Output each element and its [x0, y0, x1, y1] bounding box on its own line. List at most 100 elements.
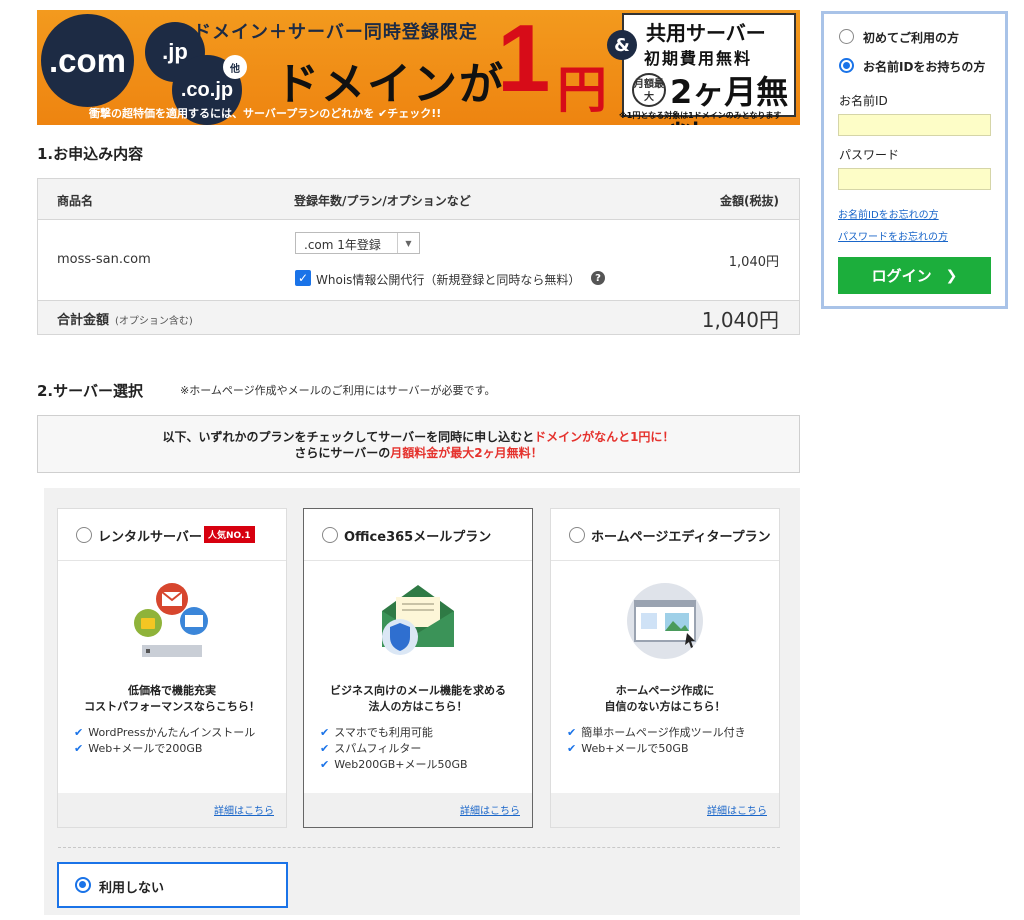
plan-desc-line1: 低価格で機能充実	[128, 684, 216, 697]
plan-detail-link[interactable]: 詳細はこちら	[460, 802, 520, 817]
plan-card-rental-server[interactable]: レンタルサーバー 人気NO.1 低価格で機能充実 コストパフォーマンスならこちら…	[57, 508, 287, 828]
check-icon: ✔	[567, 726, 577, 739]
first-time-label: 初めてご利用の方	[863, 31, 960, 45]
chevron-right-icon: ❯	[945, 267, 958, 284]
banner-box-badge: 月額最大	[632, 73, 666, 107]
feature-item: ✔ 簡単ホームページ作成ツール付き	[567, 726, 746, 739]
plan-desc: ビジネス向けのメール機能を求める 法人の方はこちら！	[304, 683, 532, 715]
password-label: パスワード	[839, 148, 900, 162]
item-price: 1,040円	[728, 255, 779, 270]
plan-card-office365[interactable]: Office365メールプラン ビジネス向けのメール機能を求める 法人の方はこち…	[303, 508, 533, 828]
server-heading-note: ※ホームページ作成やメールのご利用にはサーバーが必要です。	[180, 384, 496, 397]
plan-select[interactable]: .com 1年登録 ▼	[295, 232, 420, 254]
notice-line2-red: 月額料金が最大2ヶ月無料！	[390, 446, 543, 460]
order-heading: 1.お申込み内容	[37, 145, 144, 163]
id-input[interactable]	[838, 114, 991, 136]
plan-card-header: レンタルサーバー 人気NO.1	[58, 509, 286, 561]
plan-card-footer: 詳細はこちら	[58, 793, 286, 827]
divider	[58, 847, 780, 848]
server-cloud-icon	[134, 583, 208, 657]
plan-desc-line1: ビジネス向けのメール機能を求める	[330, 684, 506, 697]
feature-item: ✔ スパムフィルター	[320, 742, 422, 755]
tld-com-circle: .com	[41, 14, 134, 107]
plan-select-value: .com 1年登録	[304, 238, 381, 252]
chevron-down-icon: ▼	[397, 233, 419, 253]
col-product: 商品名	[57, 194, 94, 208]
banner-ampersand: &	[607, 30, 637, 60]
forgot-password-link[interactable]: パスワードをお忘れの方	[838, 228, 948, 243]
check-icon: ✔	[320, 758, 330, 771]
whois-label: Whois情報公開代行（新規登録と同時なら無料）	[316, 273, 581, 287]
notice-line1: 以下、いずれかのプランをチェックしてサーバーを同時に申し込むと	[162, 430, 535, 444]
notice-line1-red: ドメインがなんと1円に！	[534, 430, 675, 444]
have-id-label: お名前IDをお持ちの方	[863, 60, 986, 74]
order-total-row: 合計金額 (オプション含む) 1,040円	[38, 300, 799, 334]
plan-card-homepage-editor[interactable]: ホームページエディタープラン ホームページ作成に 自信のない方はこちら！ ✔ 簡単…	[550, 508, 780, 828]
have-id-radio[interactable]	[839, 58, 854, 73]
notice-line2: さらにサーバーの	[294, 446, 391, 460]
server-notice: 以下、いずれかのプランをチェックしてサーバーを同時に申し込むとドメインがなんと1…	[37, 415, 800, 473]
id-label: お名前ID	[839, 94, 888, 108]
total-value: 1,040円	[701, 308, 779, 332]
banner-box-line1: 共用サーバー	[646, 21, 766, 45]
check-icon: ✔	[74, 742, 84, 755]
plan-features: ✔ 簡単ホームページ作成ツール付き ✔ Web+メールで50GB	[567, 725, 746, 757]
login-button[interactable]: ログイン ❯	[838, 257, 991, 294]
banner-yen: 円	[557, 61, 607, 119]
feature-item: ✔ WordPressかんたんインストール	[74, 726, 256, 739]
whois-checkbox[interactable]: ✓	[295, 270, 311, 286]
mail-shield-icon	[382, 585, 454, 655]
total-note: (オプション含む)	[115, 316, 193, 327]
banner-box-line2: 初期費用無料	[644, 49, 753, 68]
plan-radio-office365[interactable]	[322, 527, 338, 543]
banner-sub-text: 衝撃の超特価を適用するには、サーバープランのどれかを ✔チェック!!	[89, 107, 442, 120]
plan-card-header: ホームページエディタープラン	[551, 509, 779, 561]
help-icon[interactable]: ?	[591, 271, 605, 285]
order-table: 商品名 登録年数/プラン/オプションなど 金額(税抜) moss-san.com…	[37, 178, 800, 335]
feature-item: ✔ スマホでも利用可能	[320, 726, 433, 739]
plan-radio-rental[interactable]	[76, 527, 92, 543]
no-server-label: 利用しない	[99, 881, 165, 896]
campaign-banner: .com .jp .co.jp 他 ドメイン＋サーバー同時登録限定 ドメインが …	[37, 10, 800, 125]
first-time-radio[interactable]	[839, 29, 854, 44]
banner-note: ※1円となる対象は1ドメインのみとなります	[619, 111, 782, 120]
banner-server-box: 共用サーバー 初期費用無料 月額最大 2ヶ月無料	[622, 13, 796, 125]
server-heading: 2.サーバー選択	[37, 382, 143, 400]
plan-desc-line2: 自信のない方はこちら！	[604, 700, 726, 713]
plan-detail-link[interactable]: 詳細はこちら	[707, 802, 767, 817]
no-server-option[interactable]: 利用しない	[57, 862, 288, 908]
tld-other-circle: 他	[223, 55, 247, 79]
feature-item: ✔ Web+メールで200GB	[74, 742, 203, 755]
plan-card-footer: 詳細はこちら	[304, 793, 532, 827]
plan-desc-line2: 法人の方はこちら！	[368, 700, 468, 713]
plan-card-header: Office365メールプラン	[304, 509, 532, 561]
plan-desc: ホームページ作成に 自信のない方はこちら！	[551, 683, 779, 715]
plan-desc-line2: コストパフォーマンスならこちら！	[84, 700, 260, 713]
plan-radio-editor[interactable]	[569, 527, 585, 543]
plan-title: レンタルサーバー	[98, 530, 202, 545]
total-label: 合計金額	[57, 313, 110, 328]
plan-title: Office365メールプラン	[344, 530, 492, 545]
popular-badge: 人気NO.1	[204, 526, 255, 543]
login-panel: 初めてご利用の方 お名前IDをお持ちの方 お名前ID パスワード お名前IDをお…	[821, 11, 1008, 309]
feature-item: ✔ Web+メールで50GB	[567, 742, 689, 755]
plan-title: ホームページエディタープラン	[591, 530, 771, 545]
no-server-radio[interactable]	[75, 877, 91, 893]
col-plan: 登録年数/プラン/オプションなど	[294, 194, 471, 208]
forgot-id-link[interactable]: お名前IDをお忘れの方	[838, 206, 939, 221]
password-input[interactable]	[838, 168, 991, 190]
banner-one: 1	[497, 10, 551, 112]
login-button-label: ログイン	[871, 267, 932, 285]
plan-features: ✔ WordPressかんたんインストール ✔ Web+メールで200GB	[74, 725, 255, 757]
feature-item: ✔ Web200GB+メール50GB	[320, 758, 468, 771]
check-icon: ✔	[320, 742, 330, 755]
check-icon: ✔	[320, 726, 330, 739]
plan-card-footer: 詳細はこちら	[551, 793, 779, 827]
check-icon: ✔	[567, 742, 577, 755]
banner-main-text: ドメインが	[275, 59, 505, 110]
website-editor-icon	[627, 583, 703, 659]
product-name: moss-san.com	[57, 252, 151, 267]
plan-detail-link[interactable]: 詳細はこちら	[214, 802, 274, 817]
check-icon: ✔	[74, 726, 84, 739]
plan-desc-line1: ホームページ作成に	[615, 684, 715, 697]
